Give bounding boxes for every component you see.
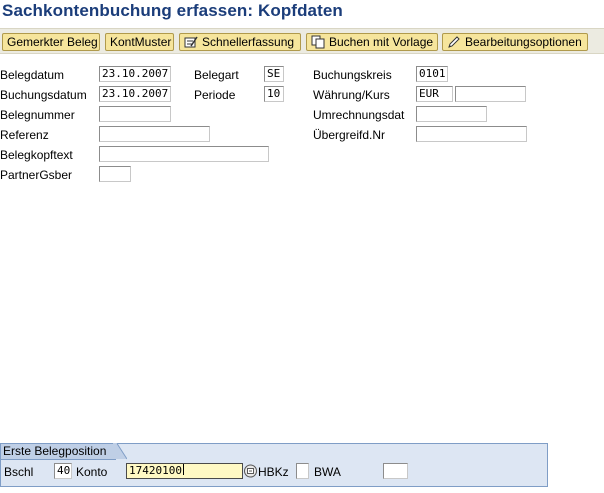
company-code-label: Buchungskreis	[313, 68, 392, 82]
partner-business-area-label: PartnerGsber	[0, 168, 73, 182]
pencil-icon	[447, 35, 461, 49]
text-cursor	[182, 464, 184, 475]
page-title: Sachkontenbuchung erfassen: Kopfdaten	[2, 1, 343, 20]
currency-field[interactable]: EUR	[416, 86, 453, 102]
cross-company-number-field[interactable]	[416, 126, 527, 142]
special-gl-indicator-label: HBKz	[258, 465, 289, 479]
post-with-reference-button[interactable]: Buchen mit Vorlage	[306, 33, 438, 51]
saved-document-button[interactable]: Gemerkter Beleg	[2, 33, 100, 51]
cross-company-number-label: Übergreifd.Nr	[313, 128, 386, 142]
fast-entry-icon	[184, 35, 198, 49]
editing-options-label: Bearbeitungsoptionen	[465, 35, 582, 49]
first-line-item-panel: Erste Belegposition Bschl 40 Konto 17420…	[0, 443, 548, 487]
saved-document-label: Gemerkter Beleg	[7, 35, 98, 49]
copy-icon	[311, 35, 325, 49]
document-date-field[interactable]: 23.10.2007	[99, 66, 171, 82]
document-type-label: Belegart	[194, 68, 239, 82]
period-field[interactable]: 10	[264, 86, 284, 102]
post-with-reference-label: Buchen mit Vorlage	[329, 35, 434, 49]
account-template-button[interactable]: KontMuster	[105, 33, 174, 51]
tab-slope-decoration	[113, 443, 127, 460]
search-help-icon[interactable]	[243, 463, 258, 479]
posting-date-label: Buchungsdatum	[0, 88, 87, 102]
reference-field[interactable]	[99, 126, 210, 142]
translation-date-label: Umrechnungsdat	[313, 108, 405, 122]
account-value: 17420100	[129, 464, 182, 477]
account-label: Konto	[76, 465, 108, 479]
exchange-rate-field[interactable]	[455, 86, 526, 102]
fast-entry-label: Schnellerfassung	[202, 35, 295, 49]
account-field[interactable]: 17420100	[126, 463, 243, 479]
company-code-field[interactable]: 0101	[416, 66, 448, 82]
account-template-label: KontMuster	[110, 35, 172, 49]
document-date-label: Belegdatum	[0, 68, 65, 82]
posting-key-field[interactable]: 40	[54, 463, 72, 479]
period-label: Periode	[194, 88, 236, 102]
currency-rate-label: Währung/Kurs	[313, 88, 390, 102]
posting-key-label: Bschl	[4, 465, 34, 479]
header-text-field[interactable]	[99, 146, 269, 162]
transaction-type-field[interactable]	[383, 463, 408, 479]
reference-label: Referenz	[0, 128, 49, 142]
first-line-item-tab: Erste Belegposition	[0, 443, 116, 460]
special-gl-indicator-field[interactable]	[296, 463, 309, 479]
document-number-label: Belegnummer	[0, 108, 75, 122]
translation-date-field[interactable]	[416, 106, 487, 122]
header-text-label: Belegkopftext	[0, 148, 73, 162]
application-toolbar: Gemerkter Beleg KontMuster Schnellerfass…	[0, 28, 604, 54]
document-type-field[interactable]: SE	[264, 66, 284, 82]
editing-options-button[interactable]: Bearbeitungsoptionen	[442, 33, 588, 51]
fast-entry-button[interactable]: Schnellerfassung	[179, 33, 301, 51]
partner-business-area-field[interactable]	[99, 166, 131, 182]
document-number-field[interactable]	[99, 106, 171, 122]
transaction-type-label: BWA	[314, 465, 341, 479]
posting-date-field[interactable]: 23.10.2007	[99, 86, 171, 102]
